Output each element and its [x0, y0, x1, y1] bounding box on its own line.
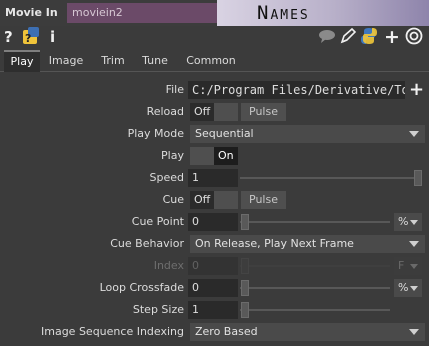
info-icon[interactable]: i: [50, 27, 55, 47]
loop-crossfade-unit: %: [398, 281, 409, 294]
operator-name-field[interactable]: moviein2: [67, 3, 217, 23]
step-size-slider-track[interactable]: [240, 309, 390, 311]
tab-common[interactable]: Common: [180, 50, 242, 72]
operator-type-label: Movie In: [5, 6, 58, 19]
reload-toggle[interactable]: Off: [190, 103, 214, 121]
chevron-down-icon: [410, 286, 418, 291]
image-sequence-indexing-dropdown[interactable]: Zero Based: [190, 323, 425, 341]
image-sequence-indexing-value: Zero Based: [195, 325, 258, 338]
param-image-sequence-indexing: Image Sequence Indexing Zero Based: [0, 322, 429, 342]
parameter-tabs: Play Image Trim Tune Common: [0, 50, 429, 72]
cue-behavior-label: Cue Behavior: [110, 237, 184, 250]
reload-label: Reload: [146, 105, 184, 118]
param-cue-behavior: Cue Behavior On Release, Play Next Frame: [0, 234, 429, 254]
index-unit-menu: F: [394, 257, 422, 275]
python-icon[interactable]: [360, 27, 378, 47]
index-slider-handle: [241, 258, 249, 274]
cue-behavior-value: On Release, Play Next Frame: [195, 237, 354, 250]
loop-crossfade-field[interactable]: 0: [188, 279, 238, 297]
param-loop-crossfade: Loop Crossfade 0 %: [0, 278, 429, 298]
svg-text:?: ?: [25, 32, 31, 45]
play-toggle-off-side[interactable]: [190, 147, 214, 165]
speed-slider-handle[interactable]: [414, 170, 422, 186]
add-icon[interactable]: +: [384, 27, 400, 47]
cue-toggle[interactable]: Off: [190, 191, 214, 209]
cue-toggle-off-side[interactable]: [214, 191, 238, 209]
speed-field[interactable]: 1: [188, 169, 238, 187]
cue-point-field[interactable]: 0: [188, 213, 238, 231]
index-slider-track: [240, 265, 390, 267]
param-cue: Cue Off Pulse: [0, 190, 429, 210]
play-mode-label: Play Mode: [127, 127, 184, 140]
speed-slider-track[interactable]: [240, 177, 420, 179]
help-icon[interactable]: ?: [4, 27, 13, 47]
file-label: File: [165, 83, 184, 96]
add-file-icon[interactable]: +: [409, 81, 424, 99]
edit-icon[interactable]: [339, 27, 357, 47]
speed-label: Speed: [149, 171, 184, 184]
param-play-mode: Play Mode Sequential: [0, 124, 429, 144]
index-field: 0: [188, 257, 238, 275]
file-path-field[interactable]: C:/Program Files/Derivative/To: [188, 81, 405, 99]
cue-point-unit: %: [398, 215, 409, 228]
chevron-down-icon: [409, 329, 419, 335]
reload-pulse-button[interactable]: Pulse: [241, 103, 286, 121]
step-size-field[interactable]: 1: [188, 301, 238, 319]
reload-toggle-off-side[interactable]: [214, 103, 238, 121]
target-icon[interactable]: [405, 27, 423, 47]
loop-crossfade-label: Loop Crossfade: [99, 281, 184, 294]
chevron-down-icon: [410, 264, 418, 269]
python-help-icon[interactable]: ?: [22, 27, 40, 47]
chevron-down-icon: [410, 220, 418, 225]
tab-image[interactable]: Image: [44, 50, 88, 72]
tab-trim[interactable]: Trim: [94, 50, 132, 72]
step-size-slider-handle[interactable]: [241, 302, 249, 318]
titlebar: Movie In moviein2 Names: [0, 0, 429, 26]
cue-label: Cue: [162, 193, 184, 206]
play-mode-dropdown[interactable]: Sequential: [190, 125, 425, 143]
loop-crossfade-slider-handle[interactable]: [241, 280, 249, 296]
cue-pulse-button[interactable]: Pulse: [241, 191, 286, 209]
cue-point-label: Cue Point: [131, 215, 184, 228]
step-size-label: Step Size: [132, 303, 184, 316]
banner-text: Names: [257, 2, 310, 24]
tab-play[interactable]: Play: [4, 50, 40, 72]
loop-crossfade-slider-track[interactable]: [240, 287, 390, 289]
param-cue-point: Cue Point 0 %: [0, 212, 429, 232]
tab-tune[interactable]: Tune: [136, 50, 174, 72]
param-file: File C:/Program Files/Derivative/To +: [0, 80, 429, 100]
param-speed: Speed 1: [0, 168, 429, 188]
index-unit: F: [398, 259, 405, 272]
loop-crossfade-unit-menu[interactable]: %: [394, 279, 422, 297]
play-mode-value: Sequential: [195, 127, 254, 140]
cue-point-slider-track[interactable]: [240, 221, 390, 223]
param-reload: Reload Off Pulse: [0, 102, 429, 122]
chevron-down-icon: [409, 241, 419, 247]
cue-point-slider-handle[interactable]: [241, 214, 249, 230]
cue-behavior-dropdown[interactable]: On Release, Play Next Frame: [190, 235, 425, 253]
cue-point-unit-menu[interactable]: %: [394, 213, 422, 231]
comment-icon[interactable]: [318, 27, 336, 47]
param-play: Play On: [0, 146, 429, 166]
param-step-size: Step Size 1: [0, 300, 429, 320]
param-index: Index 0 F: [0, 256, 429, 276]
icon-toolbar: ? ? i +: [0, 26, 429, 48]
play-toggle[interactable]: On: [214, 147, 238, 165]
play-label: Play: [161, 149, 184, 162]
names-banner: Names: [217, 0, 429, 26]
index-label: Index: [153, 259, 184, 272]
image-sequence-indexing-label: Image Sequence Indexing: [41, 325, 184, 338]
chevron-down-icon: [409, 131, 419, 137]
